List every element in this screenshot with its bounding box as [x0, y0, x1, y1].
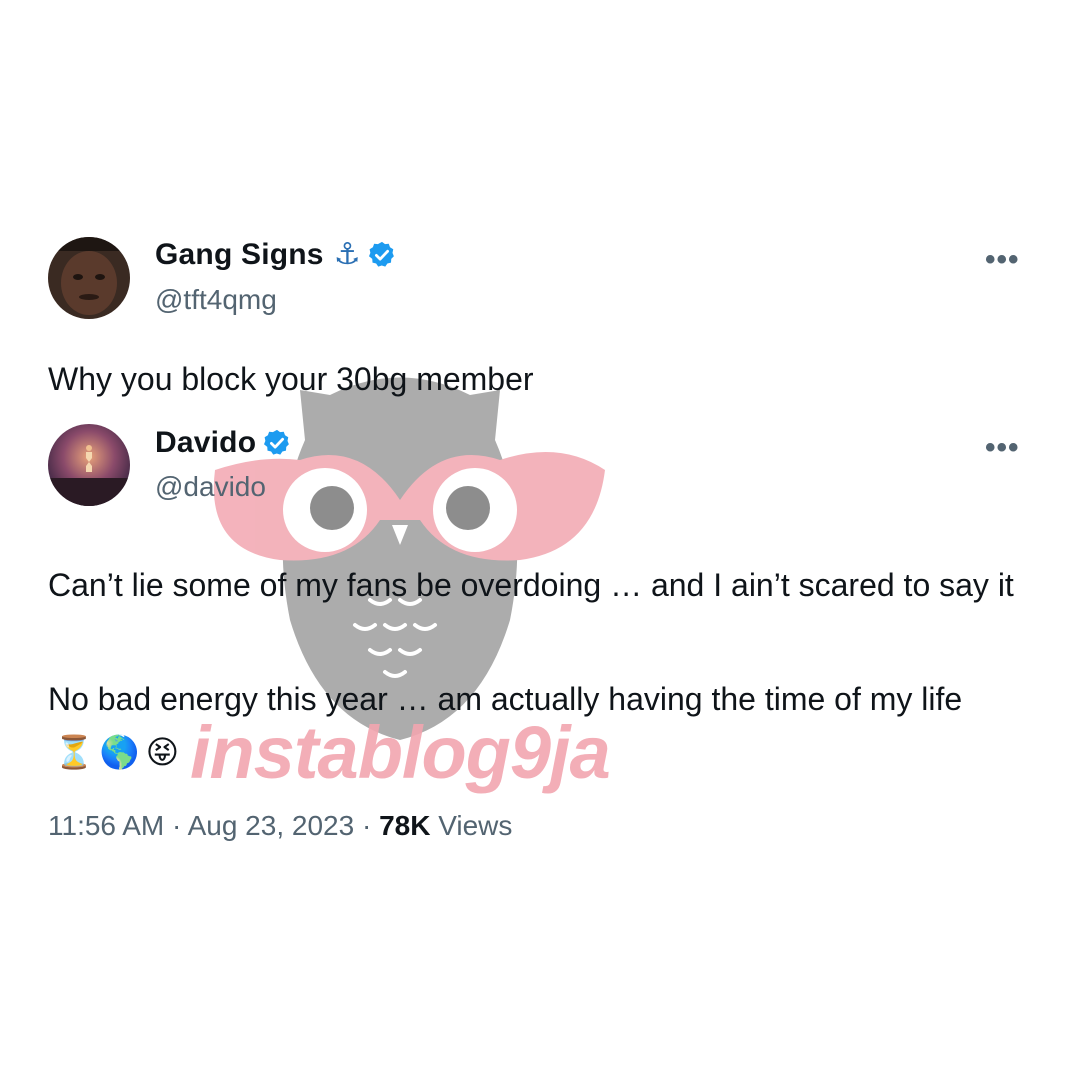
tweet-time[interactable]: 11:56 AM — [48, 810, 164, 841]
more-options-icon[interactable]: ••• — [985, 245, 1020, 275]
tongue-out-face-icon: 😝 — [145, 733, 180, 770]
tweet-text-paragraph-1: Can’t lie some of my fans be overdoing …… — [48, 567, 1014, 603]
more-options-icon[interactable]: ••• — [985, 433, 1020, 463]
display-name[interactable]: Davido — [155, 426, 256, 460]
meta-separator: · — [172, 810, 182, 841]
paragraph-2-text: No bad energy this year … am actually ha… — [48, 681, 963, 717]
profile-photo-icon — [48, 424, 130, 506]
tweet-meta: 11:56 AM · Aug 23, 2023 · 78K Views — [48, 810, 512, 842]
views-label: Views — [438, 810, 513, 841]
handle[interactable]: @davido — [155, 471, 266, 503]
author-row-gang-signs: Gang Signs ⚓ — [155, 238, 397, 272]
author-row-davido: Davido — [155, 426, 292, 460]
avatar-davido[interactable] — [48, 424, 130, 506]
avatar-gang-signs[interactable] — [48, 237, 130, 319]
profile-photo-icon — [48, 237, 130, 319]
tweet-date[interactable]: Aug 23, 2023 — [188, 810, 355, 841]
hourglass-icon: ⏳ — [54, 733, 94, 770]
display-name[interactable]: Gang Signs — [155, 238, 324, 272]
globe-icon: 🌎 — [99, 733, 140, 770]
verified-badge-icon — [368, 241, 394, 267]
emoji-row: ⏳ 🌎 😝 — [54, 727, 185, 777]
tweet-text-paragraph-2: No bad energy this year … am actually ha… — [48, 674, 1038, 777]
verified-badge-icon — [264, 429, 290, 455]
handle[interactable]: @tft4qmg — [155, 284, 277, 316]
tweet-screenshot: Gang Signs ⚓ @tft4qmg ••• Why you block … — [0, 0, 1080, 1080]
meta-separator: · — [361, 810, 372, 841]
tweet-text: Why you block your 30bg member — [48, 361, 534, 397]
anchor-icon: ⚓ — [333, 238, 361, 271]
views-count[interactable]: 78K — [379, 810, 430, 841]
